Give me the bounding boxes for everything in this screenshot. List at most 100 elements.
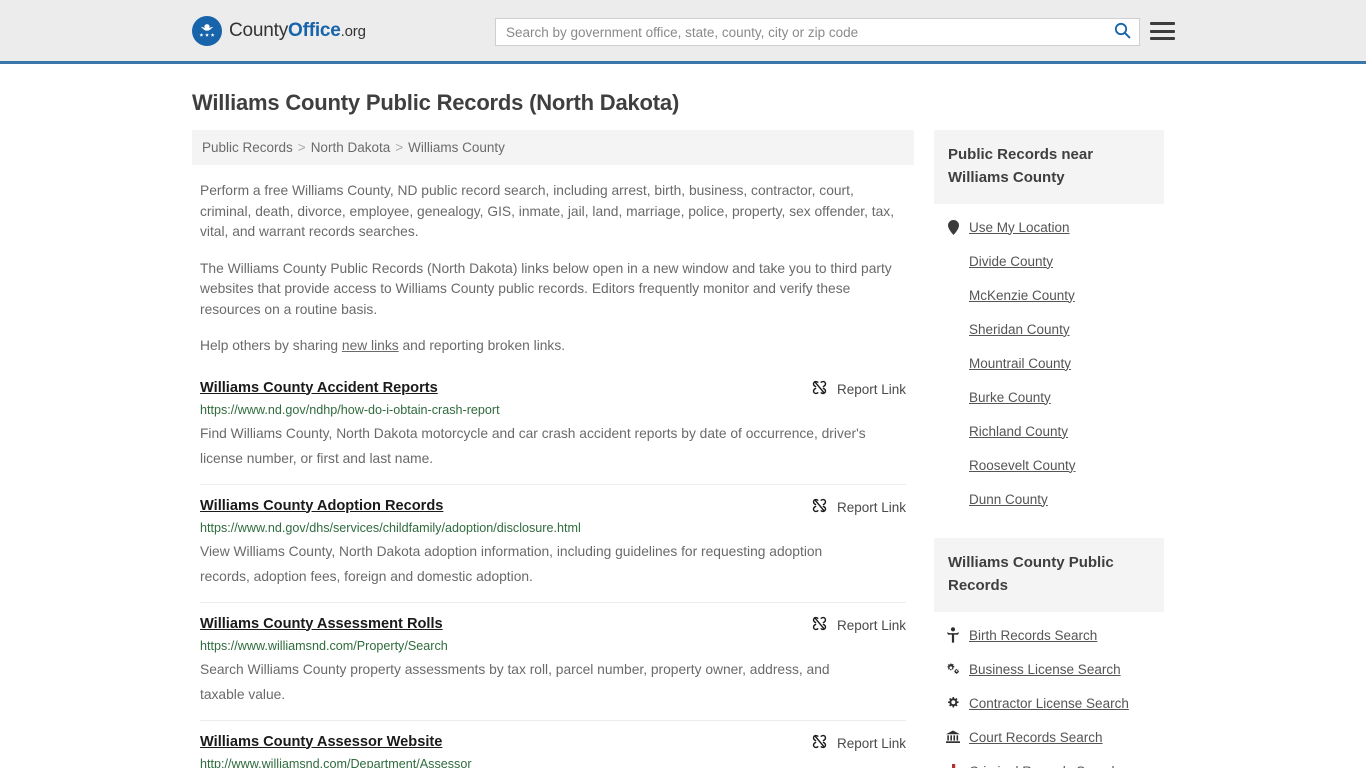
intro-suffix: and reporting broken links.: [398, 338, 566, 353]
site-logo[interactable]: CountyOffice.org: [192, 15, 366, 46]
nearby-records-heading: Public Records near Williams County: [934, 130, 1164, 204]
main-content: Public Records > North Dakota > Williams Cou…: [192, 130, 914, 768]
new-links-link[interactable]: new links: [342, 338, 399, 353]
nearby-county-item[interactable]: Burke County: [946, 380, 1164, 414]
county-record-link[interactable]: Business License Search: [969, 662, 1121, 677]
nearby-county-item[interactable]: Mountrail County: [946, 346, 1164, 380]
record-description: View Williams County, North Dakota adopt…: [200, 543, 823, 584]
nearby-county-item[interactable]: Divide County: [946, 244, 1164, 278]
eagle-stars-emblem-icon: [192, 15, 222, 46]
nearby-county-item[interactable]: McKenzie County: [946, 278, 1164, 312]
record-description: Search Williams County property assessme…: [200, 661, 830, 702]
broken-link-icon: [811, 497, 828, 519]
record-url[interactable]: https://www.nd.gov/ndhp/how-do-i-obtain-…: [200, 403, 906, 417]
nearby-records-list: Use My Location Divide County McKenzie Cou…: [934, 204, 1164, 516]
record-entry: Williams County Assessor Website http://w…: [200, 719, 906, 768]
report-link-label: Report Link: [836, 736, 906, 751]
page-title: Williams County Public Records (North Da…: [192, 90, 680, 115]
report-link-button[interactable]: Report Link: [811, 497, 906, 519]
breadcrumb-item-1[interactable]: North Dakota: [311, 140, 391, 155]
county-record-item[interactable]: Criminal Records Search: [946, 754, 1164, 768]
county-record-link[interactable]: Criminal Records Search: [969, 764, 1119, 768]
record-title-link[interactable]: Williams County Adoption Records: [200, 498, 443, 514]
record-url[interactable]: https://www.nd.gov/dhs/services/childfam…: [200, 521, 906, 535]
nearby-county-link[interactable]: McKenzie County: [969, 288, 1075, 303]
county-record-item[interactable]: Contractor License Search: [946, 686, 1164, 720]
breadcrumb-item-2[interactable]: Williams County: [408, 140, 505, 155]
report-link-label: Report Link: [836, 500, 906, 515]
nearby-county-link[interactable]: Mountrail County: [969, 356, 1071, 371]
county-record-item[interactable]: Business License Search: [946, 652, 1164, 686]
content-columns: Public Records > North Dakota > Williams Cou…: [192, 130, 1174, 768]
nearby-county-link[interactable]: Richland County: [969, 424, 1068, 439]
site-header: CountyOffice.org: [0, 0, 1366, 64]
logo-text-county: County: [229, 19, 289, 41]
county-records-heading: Williams County Public Records: [934, 538, 1164, 612]
record-title-link[interactable]: Williams County Assessment Rolls: [200, 616, 443, 632]
hamburger-menu-icon[interactable]: [1150, 20, 1175, 42]
gear-icon: [946, 695, 960, 711]
intro-paragraph-2: The Williams County Public Records (Nort…: [200, 260, 892, 317]
record-entry: Williams County Accident Reports https://…: [200, 375, 906, 484]
page-container: Williams County Public Records (North Da…: [0, 90, 1366, 768]
nearby-county-link[interactable]: Divide County: [969, 254, 1053, 269]
logo-wordmark: CountyOffice.org: [229, 20, 366, 42]
gears-icon: [946, 661, 960, 677]
bank-icon: [946, 729, 960, 745]
nearby-county-link[interactable]: Sheridan County: [969, 322, 1070, 337]
record-entry: Williams County Adoption Records https://…: [200, 483, 906, 602]
breadcrumb: Public Records > North Dakota > Williams Cou…: [192, 130, 914, 165]
gavel-icon: [946, 763, 960, 768]
county-record-item[interactable]: Court Records Search: [946, 720, 1164, 754]
logo-text-org: .org: [340, 22, 366, 40]
report-link-button[interactable]: Report Link: [811, 733, 906, 755]
search-button[interactable]: [1105, 19, 1139, 45]
record-url[interactable]: https://www.williamsnd.com/Property/Sear…: [200, 639, 906, 653]
sidebar: Public Records near Williams County Use …: [934, 130, 1164, 768]
nearby-county-item[interactable]: Sheridan County: [946, 312, 1164, 346]
breadcrumb-separator: >: [297, 140, 306, 155]
records-list: Williams County Accident Reports https://…: [192, 375, 914, 768]
intro-paragraph-1: Perform a free Williams County, ND publi…: [200, 183, 895, 239]
logo-text-office: Office: [288, 19, 341, 41]
nearby-county-link[interactable]: Burke County: [969, 390, 1051, 405]
record-title-link[interactable]: Williams County Accident Reports: [200, 380, 438, 396]
nearby-county-link[interactable]: Dunn County: [969, 492, 1048, 507]
county-record-link[interactable]: Birth Records Search: [969, 628, 1097, 643]
search-input[interactable]: [496, 19, 1105, 45]
breadcrumb-item-0[interactable]: Public Records: [202, 140, 293, 155]
report-link-label: Report Link: [836, 618, 906, 633]
nearby-county-link[interactable]: Use My Location: [969, 220, 1070, 235]
record-description: Find Williams County, North Dakota motor…: [200, 425, 866, 466]
report-link-button[interactable]: Report Link: [811, 615, 906, 637]
broken-link-icon: [811, 615, 828, 637]
record-title-link[interactable]: Williams County Assessor Website: [200, 734, 442, 750]
report-link-button[interactable]: Report Link: [811, 379, 906, 401]
county-record-link[interactable]: Court Records Search: [969, 730, 1103, 745]
search-bar[interactable]: [495, 18, 1140, 46]
report-link-label: Report Link: [836, 382, 906, 397]
nearby-county-item[interactable]: Richland County: [946, 414, 1164, 448]
baby-icon: [946, 627, 960, 643]
nearby-county-item[interactable]: Use My Location: [946, 210, 1164, 244]
nearby-county-item[interactable]: Dunn County: [946, 482, 1164, 516]
map-pin-icon: [946, 219, 960, 235]
record-entry: Williams County Assessment Rolls https://…: [200, 601, 906, 720]
county-records-list: Birth Records Search Business License Sea…: [934, 612, 1164, 768]
nearby-county-link[interactable]: Roosevelt County: [969, 458, 1076, 473]
county-record-item[interactable]: Birth Records Search: [946, 618, 1164, 652]
record-url[interactable]: http://www.williamsnd.com/Department/Ass…: [200, 757, 906, 768]
county-record-link[interactable]: Contractor License Search: [969, 696, 1129, 711]
breadcrumb-separator: >: [395, 140, 404, 155]
search-icon: [1114, 22, 1131, 42]
nearby-county-item[interactable]: Roosevelt County: [946, 448, 1164, 482]
intro-prefix: Help others by sharing: [200, 338, 342, 353]
broken-link-icon: [811, 733, 828, 755]
